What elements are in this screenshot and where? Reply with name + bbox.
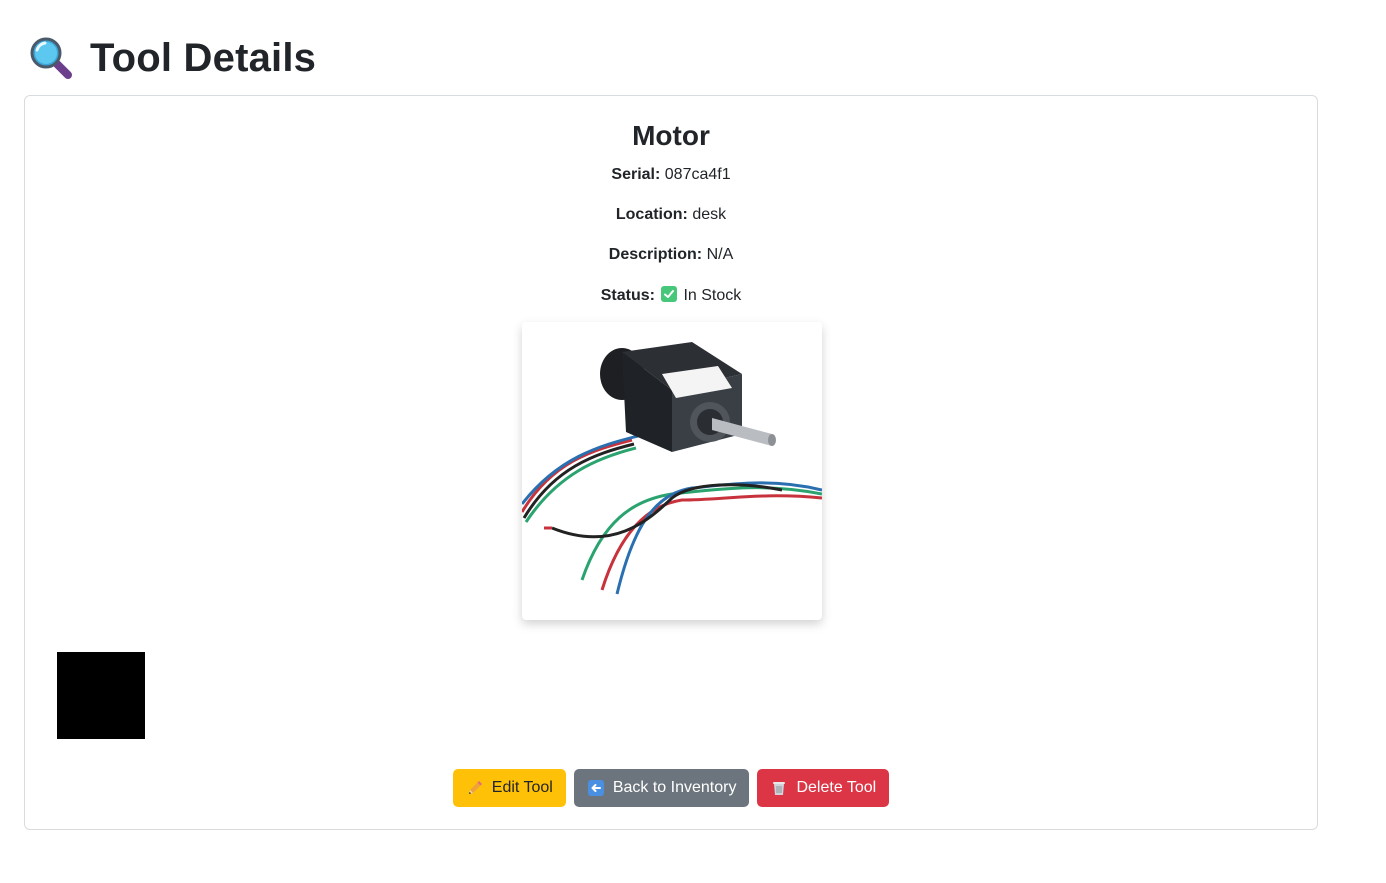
status-field: Status: In Stock	[25, 286, 1317, 305]
action-buttons: Edit Tool Back to Inventory Delete Tool	[25, 769, 1317, 807]
delete-tool-button[interactable]: Delete Tool	[757, 769, 890, 807]
edit-tool-label: Edit Tool	[491, 779, 553, 796]
description-field: Description: N/A	[25, 246, 1317, 264]
serial-label: Serial:	[611, 166, 661, 183]
edit-tool-button[interactable]: Edit Tool	[452, 769, 566, 807]
wastebasket-icon	[770, 779, 788, 797]
tool-image	[522, 322, 822, 620]
description-value: N/A	[706, 246, 734, 263]
tool-name: Motor	[632, 120, 710, 151]
serial-field: Serial: 087ca4f1	[25, 166, 1317, 184]
delete-tool-label: Delete Tool	[796, 779, 877, 796]
check-mark-icon	[661, 286, 678, 302]
page-title: Tool Details	[90, 35, 317, 80]
magnifying-glass-icon	[28, 35, 74, 81]
description-label: Description:	[608, 246, 703, 263]
location-label: Location:	[615, 206, 688, 223]
left-arrow-icon	[587, 779, 605, 797]
status-value: In Stock	[683, 287, 742, 304]
back-to-inventory-button[interactable]: Back to Inventory	[573, 769, 750, 807]
tool-details-card: Motor Serial: 087ca4f1 Location: desk De…	[24, 95, 1318, 830]
page-header: Tool Details	[28, 30, 316, 86]
pencil-icon	[466, 779, 484, 797]
location-field: Location: desk	[25, 206, 1317, 224]
back-to-inventory-label: Back to Inventory	[612, 779, 737, 796]
status-label: Status:	[600, 287, 655, 304]
serial-value: 087ca4f1	[664, 166, 731, 183]
location-value: desk	[692, 206, 727, 223]
qr-code	[57, 652, 145, 739]
